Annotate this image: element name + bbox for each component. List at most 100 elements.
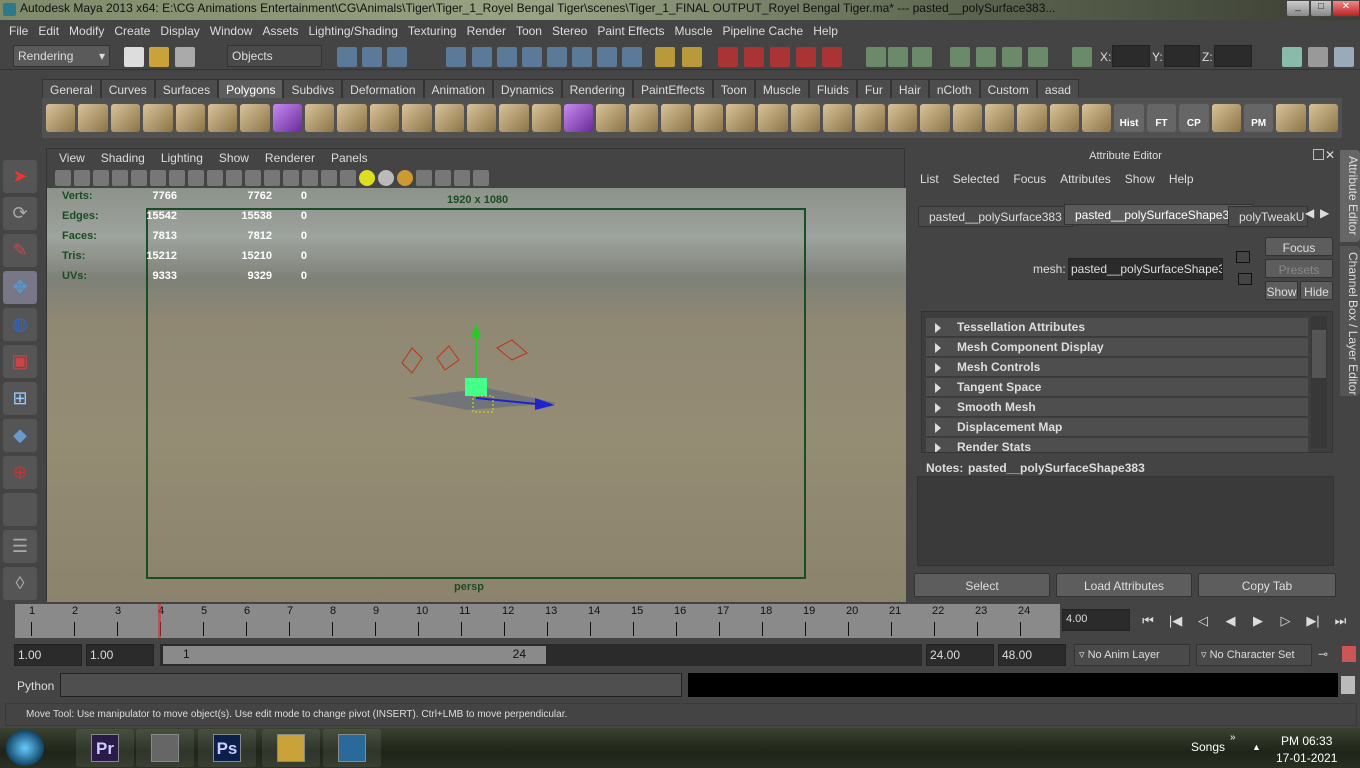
surface-mask-icon[interactable]	[522, 47, 542, 67]
wireframe-on-shaded-icon[interactable]	[321, 170, 337, 186]
tab-scroll-right-icon[interactable]: ▶	[1320, 206, 1329, 220]
safe-action-icon[interactable]	[245, 170, 261, 186]
xray-active-icon[interactable]	[473, 170, 489, 186]
start-button[interactable]	[6, 730, 44, 766]
load-attributes-button[interactable]: Load Attributes	[1056, 573, 1192, 597]
texture-editor-icon[interactable]	[1276, 104, 1306, 132]
viewport-menu-shading[interactable]: Shading	[93, 149, 153, 167]
snap-grid-icon[interactable]	[718, 47, 738, 67]
select-component-icon[interactable]	[387, 47, 407, 67]
shelf-tab-toon[interactable]: Toon	[712, 79, 755, 100]
construction-history-icon[interactable]	[912, 47, 932, 67]
poly-cone-icon[interactable]	[143, 104, 173, 132]
ft-icon[interactable]: FT	[1146, 104, 1177, 132]
script-editor-icon[interactable]	[1341, 676, 1355, 694]
separate-icon[interactable]	[369, 104, 400, 132]
2d-pan-zoom-icon[interactable]	[131, 170, 147, 186]
input-ops-icon[interactable]	[866, 47, 886, 67]
menu-pipeline-cache[interactable]: Pipeline Cache	[718, 21, 809, 42]
shelf-tab-polygons[interactable]: Polygons	[218, 79, 284, 100]
bridge-icon[interactable]	[725, 104, 756, 132]
lock-icon[interactable]	[655, 47, 675, 67]
grid-icon[interactable]	[150, 170, 166, 186]
dynamics-mask-icon[interactable]	[572, 47, 592, 67]
section-mesh-controls[interactable]: Mesh Controls	[926, 358, 1308, 377]
shelf-tab-curves[interactable]: Curves	[100, 79, 155, 100]
menu-paint-effects[interactable]: Paint Effects	[592, 21, 669, 42]
range-slider-bar[interactable]: 1 24	[163, 646, 546, 664]
notes-textarea[interactable]	[917, 476, 1334, 566]
shelf-tab-fur[interactable]: Fur	[856, 79, 891, 100]
misc-mask-icon[interactable]	[622, 47, 642, 67]
shelf-tab-muscle[interactable]: Muscle	[754, 79, 809, 100]
play-forward-icon[interactable]: ▶	[1247, 613, 1269, 631]
menuset-dropdown[interactable]: Rendering ▾	[13, 45, 110, 67]
key-icon[interactable]: ⊸	[1318, 647, 1328, 661]
character-set-dropdown[interactable]: ▿ No Character Set	[1196, 644, 1312, 666]
section-tessellation-attributes[interactable]: Tessellation Attributes	[926, 318, 1308, 337]
menu-help[interactable]: Help	[808, 21, 843, 42]
snap-live-icon[interactable]	[822, 47, 842, 67]
wedge-icon[interactable]	[855, 104, 885, 132]
paint-icon[interactable]	[1308, 104, 1338, 132]
ae-menu-list[interactable]: List	[913, 172, 946, 186]
offset-edge-loop-icon[interactable]	[661, 104, 691, 132]
tiger-mesh[interactable]	[465, 378, 487, 396]
go-to-start-icon[interactable]: ⏮	[1137, 613, 1159, 631]
snap-point-icon[interactable]	[770, 47, 790, 67]
deform-mask-icon[interactable]	[547, 47, 567, 67]
poly-plane-icon[interactable]	[175, 104, 205, 132]
scene-view[interactable]: 1920 x 1080 persp Verts: 7766 7762 0 Edges: 1…	[47, 188, 906, 602]
x-field[interactable]	[1112, 45, 1150, 67]
image-plane-icon[interactable]	[112, 170, 128, 186]
use-all-lights-icon[interactable]	[359, 170, 375, 186]
minimize-button[interactable]: _	[1286, 0, 1310, 17]
menu-window[interactable]: Window	[205, 21, 258, 42]
menu-file[interactable]: File	[4, 21, 33, 42]
current-time-field[interactable]: 4.00	[1062, 609, 1130, 631]
tab-transform[interactable]: pasted__polySurface383	[918, 206, 1073, 227]
go-to-output-icon[interactable]	[1238, 273, 1252, 285]
menu-create[interactable]: Create	[109, 21, 155, 42]
shelf-tab-ncloth[interactable]: nCloth	[928, 79, 980, 100]
poly-reduce-icon[interactable]	[499, 104, 529, 132]
xray-joints-icon[interactable]	[454, 170, 470, 186]
ae-menu-focus[interactable]: Focus	[1006, 172, 1053, 186]
z-field[interactable]	[1214, 45, 1252, 67]
extract-icon[interactable]	[402, 104, 432, 132]
shelf-tab-painteffects[interactable]: PaintEffects	[632, 79, 713, 100]
field-chart-icon[interactable]	[226, 170, 242, 186]
close-panel-icon[interactable]: ✕	[1325, 148, 1335, 162]
channel-box-toggle-icon[interactable]	[1334, 47, 1354, 67]
shelf-tab-rendering[interactable]: Rendering	[561, 79, 633, 100]
step-back-frame-icon[interactable]: ◁	[1192, 613, 1214, 631]
ae-menu-attributes[interactable]: Attributes	[1053, 172, 1118, 186]
isolate-select-icon[interactable]	[416, 170, 432, 186]
poly-pipe-icon[interactable]	[272, 104, 302, 132]
viewport-panel[interactable]: View Shading Lighting Show Renderer Panels 19…	[46, 148, 906, 602]
uv-editor-icon[interactable]	[920, 104, 950, 132]
section-displacement-map[interactable]: Displacement Map	[926, 418, 1308, 437]
lasso-tool-icon[interactable]: ⟳	[3, 197, 37, 230]
songs-toolbar[interactable]: Songs	[1191, 740, 1225, 754]
move-manipulator[interactable]	[387, 318, 567, 428]
resolution-gate-icon[interactable]	[188, 170, 204, 186]
append-polygon-icon[interactable]	[564, 104, 594, 132]
shelf-tab-subdivs[interactable]: Subdivs	[283, 79, 343, 100]
anim-layer-dropdown[interactable]: ▿ No Anim Layer	[1074, 644, 1190, 666]
merge-icon[interactable]	[790, 104, 820, 132]
ae-menu-selected[interactable]: Selected	[946, 172, 1007, 186]
poly-sphere-icon[interactable]	[46, 104, 76, 132]
rendering-mask-icon[interactable]	[597, 47, 617, 67]
shelf-tab-surfaces[interactable]: Surfaces	[154, 79, 219, 100]
paint-select-icon[interactable]: ✎	[3, 234, 37, 267]
menu-toon[interactable]: Toon	[511, 21, 547, 42]
go-to-input-icon[interactable]	[1236, 251, 1250, 263]
side-tab-channel-box[interactable]: Channel Box / Layer Editor	[1340, 246, 1360, 396]
ipr-render-icon[interactable]	[1002, 47, 1022, 67]
hide-button[interactable]: Hide	[1300, 281, 1333, 300]
render-icon[interactable]	[976, 47, 996, 67]
tab-polytweak[interactable]: polyTweakU	[1228, 206, 1308, 227]
shelf-tab-dynamics[interactable]: Dynamics	[492, 79, 562, 100]
time-slider[interactable]: 1 2 3 4 5 6 7 8 9 10 11 12 13 14 15 16 17 18 19 20 21 22 23 24	[15, 604, 1060, 638]
